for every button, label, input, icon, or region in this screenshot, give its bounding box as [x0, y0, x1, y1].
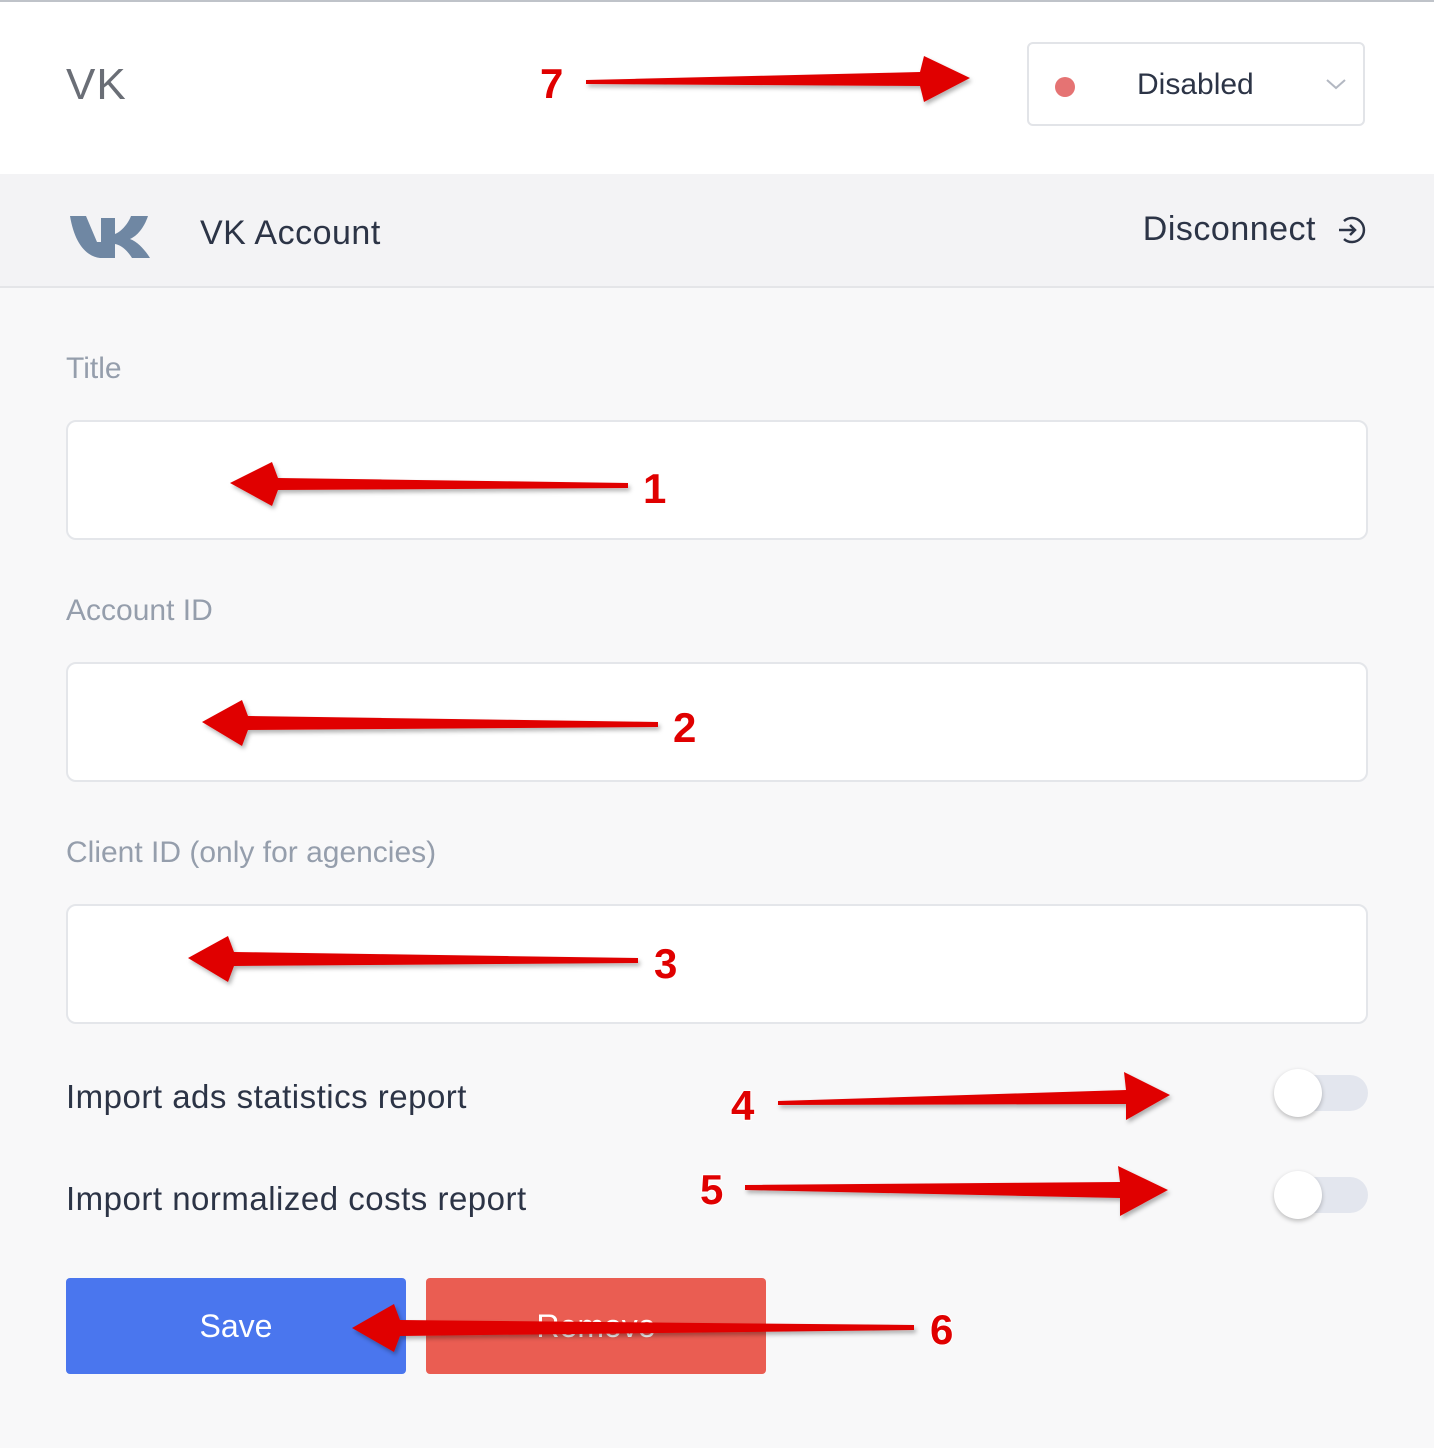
disconnect-label: Disconnect — [1142, 210, 1316, 248]
chevron-down-icon — [1326, 79, 1346, 90]
annotation-label-5: 5 — [700, 1166, 723, 1213]
disconnect-button[interactable]: Disconnect — [1143, 210, 1366, 249]
annotation-arrow-5 — [745, 1166, 1168, 1216]
client-id-input[interactable] — [66, 904, 1368, 1024]
title-input[interactable] — [66, 420, 1368, 540]
import-ads-label: Import ads statistics report — [66, 1078, 467, 1115]
toggle-knob — [1274, 1069, 1322, 1117]
import-costs-toggle[interactable] — [1274, 1171, 1368, 1219]
annotation-label-4: 4 — [731, 1082, 755, 1129]
account-name: VK Account — [200, 214, 381, 252]
import-ads-toggle[interactable] — [1274, 1069, 1368, 1117]
page-header: VK Disabled — [0, 2, 1434, 174]
toggle-knob — [1274, 1171, 1322, 1219]
client-id-label: Client ID (only for agencies) — [66, 836, 437, 869]
annotation-arrow-4 — [778, 1072, 1170, 1120]
status-dropdown-value: Disabled — [1137, 68, 1254, 101]
save-button[interactable]: Save — [66, 1278, 406, 1374]
page-title: VK — [66, 60, 127, 109]
status-dropdown[interactable]: Disabled — [1027, 42, 1365, 126]
vk-logo — [70, 216, 150, 258]
import-costs-label: Import normalized costs report — [66, 1180, 527, 1217]
title-label: Title — [66, 352, 122, 385]
sign-out-icon — [1339, 216, 1366, 243]
remove-button[interactable]: Remove — [426, 1278, 766, 1374]
annotation-label-6: 6 — [930, 1306, 953, 1353]
account-id-input[interactable] — [66, 662, 1368, 782]
status-dot-icon — [1055, 77, 1075, 97]
account-bar: VK Account Disconnect — [0, 174, 1434, 288]
account-id-label: Account ID — [66, 594, 213, 627]
